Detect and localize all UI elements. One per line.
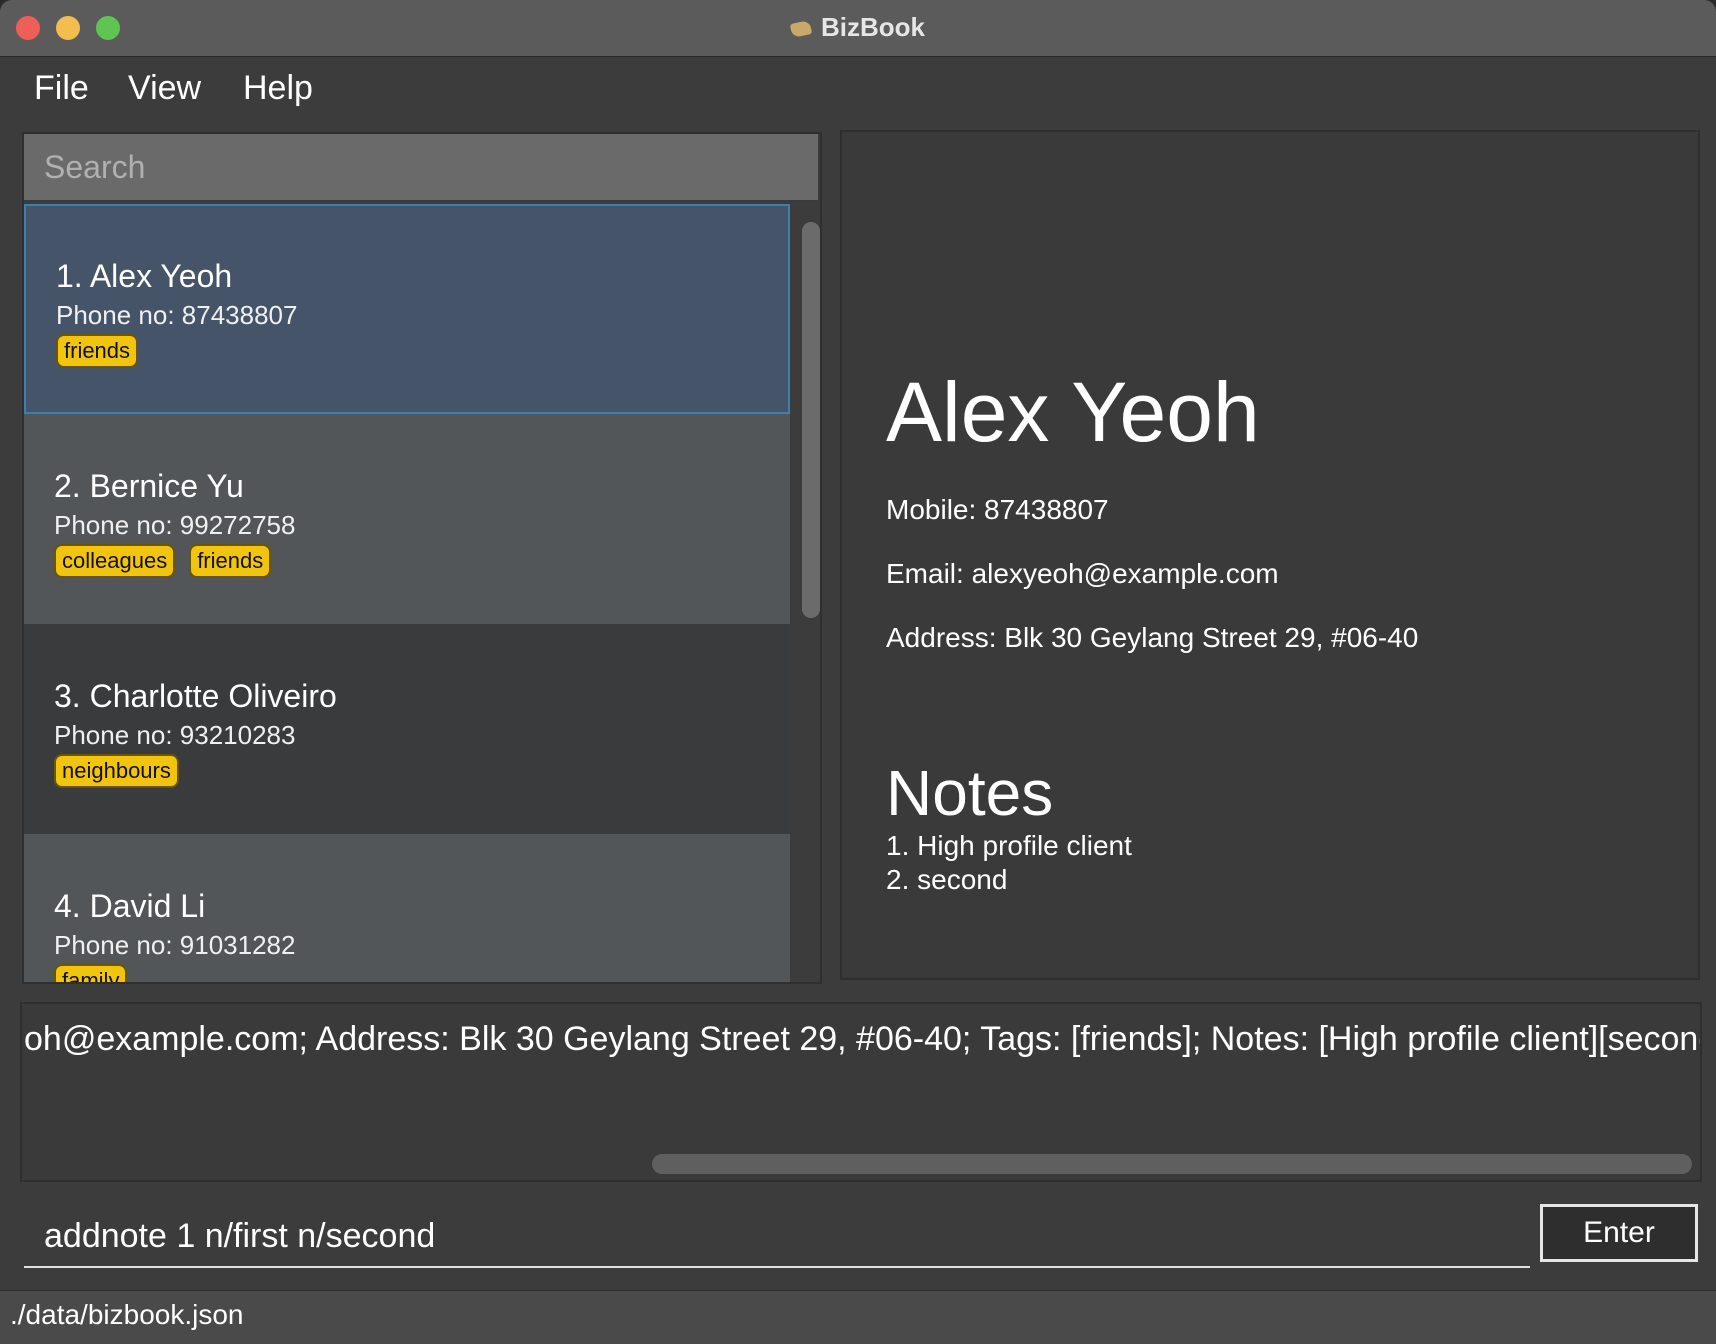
detail-email: Email: alexyeoh@example.com xyxy=(886,558,1279,589)
person-card[interactable]: 4. David Li Phone no: 91031282 family xyxy=(24,834,790,982)
note-item: 1. High profile client xyxy=(886,830,1132,861)
person-phone: Phone no: 87438807 xyxy=(56,300,298,330)
person-phone: Phone no: 91031282 xyxy=(54,930,296,960)
person-phone: Phone no: 99272758 xyxy=(54,510,296,540)
tag-badge: friends xyxy=(56,334,139,368)
detail-mobile: Mobile: 87438807 xyxy=(886,494,1109,525)
note-item: 2. second xyxy=(886,864,1008,895)
status-bar: ./data/bizbook.json xyxy=(0,1290,1716,1344)
detail-address: Address: Blk 30 Geylang Street 29, #06-4… xyxy=(886,622,1419,653)
person-card[interactable]: 3. Charlotte Oliveiro Phone no: 93210283… xyxy=(24,624,790,834)
menu-bar: File View Help xyxy=(0,57,1716,121)
person-card[interactable]: 2. Bernice Yu Phone no: 99272758 colleag… xyxy=(24,414,790,624)
tag-list: neighbours xyxy=(54,754,179,788)
menu-view[interactable]: View xyxy=(128,69,201,108)
person-phone: Phone no: 93210283 xyxy=(54,720,296,750)
app-logo-icon xyxy=(789,20,813,39)
tag-list: family xyxy=(54,964,128,982)
result-scrollbar-thumb[interactable] xyxy=(652,1154,1692,1174)
tag-badge: friends xyxy=(189,544,272,578)
command-input[interactable] xyxy=(24,1206,1530,1268)
menu-help[interactable]: Help xyxy=(243,69,313,108)
result-display[interactable]: oh@example.com; Address: Blk 30 Geylang … xyxy=(20,1002,1702,1182)
notes-heading: Notes xyxy=(886,757,1054,829)
tag-badge: family xyxy=(54,964,128,982)
window-title: BizBook xyxy=(0,12,1716,43)
person-detail-panel: Alex Yeoh Mobile: 87438807 Email: alexye… xyxy=(840,130,1700,980)
result-text: oh@example.com; Address: Blk 30 Geylang … xyxy=(24,1020,1702,1058)
search-input[interactable] xyxy=(24,134,818,202)
person-name: 2. Bernice Yu xyxy=(54,468,244,504)
detail-name: Alex Yeoh xyxy=(886,365,1260,459)
list-scrollbar[interactable] xyxy=(800,212,820,982)
tag-list: colleagues friends xyxy=(54,544,272,578)
command-area: Enter xyxy=(0,1192,1716,1288)
list-scrollbar-thumb[interactable] xyxy=(802,222,820,618)
enter-button[interactable]: Enter xyxy=(1540,1204,1698,1262)
person-name: 4. David Li xyxy=(54,888,206,924)
person-list[interactable]: 1. Alex Yeoh Phone no: 87438807 friends … xyxy=(24,204,790,982)
title-bar: BizBook xyxy=(0,0,1716,57)
person-card[interactable]: 1. Alex Yeoh Phone no: 87438807 friends xyxy=(24,204,790,414)
app-window: BizBook File View Help 1. Alex Yeoh Phon… xyxy=(0,0,1716,1344)
person-list-panel: 1. Alex Yeoh Phone no: 87438807 friends … xyxy=(22,132,822,984)
menu-file[interactable]: File xyxy=(34,69,89,108)
tag-badge: neighbours xyxy=(54,754,179,788)
tag-badge: colleagues xyxy=(54,544,176,578)
tag-list: friends xyxy=(56,334,139,368)
person-name: 3. Charlotte Oliveiro xyxy=(54,678,337,714)
save-location: ./data/bizbook.json xyxy=(10,1299,244,1330)
person-name: 1. Alex Yeoh xyxy=(56,258,233,294)
